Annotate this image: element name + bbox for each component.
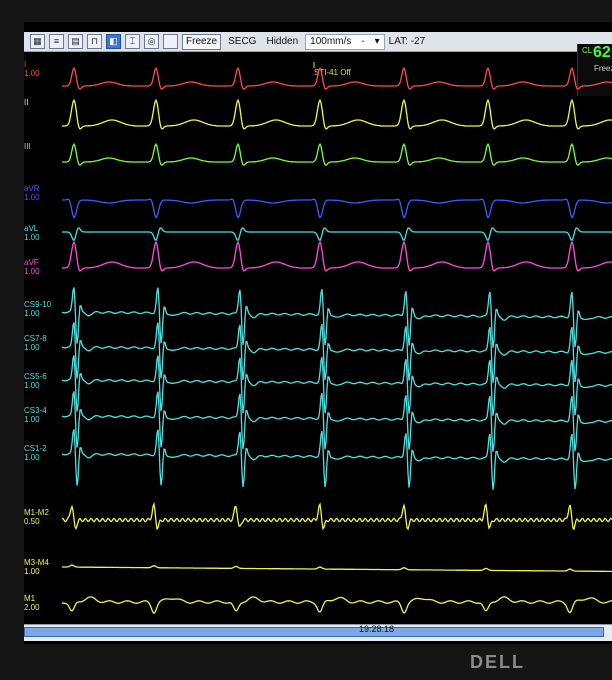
lead-gain: 1.00: [24, 193, 40, 202]
lead-name: CS1-2: [24, 444, 47, 453]
lead-gain: 1.00: [24, 381, 40, 390]
trace-cs9-10: [61, 287, 612, 348]
lead-gain: 1.00: [24, 267, 40, 276]
dell-logo: DELL: [470, 652, 525, 672]
lead-name: CS3-4: [24, 406, 47, 415]
lead-label-avl[interactable]: aVL 1.00: [24, 224, 64, 242]
lead-name: aVF: [24, 258, 39, 267]
lead-name: aVL: [24, 224, 39, 233]
lead-label-cs9-10[interactable]: CS9-10 1.00: [24, 300, 64, 318]
trace-cs5-6: [61, 355, 612, 416]
lead-gain: 1.00: [24, 415, 40, 424]
lead-name: CS5-6: [24, 372, 47, 381]
lead-label-i[interactable]: I 1.00: [24, 60, 64, 78]
lead-gain: 1.00: [24, 453, 40, 462]
timeline-footer: 19:28:18: [24, 624, 612, 641]
lead-name: M3-M4: [24, 558, 49, 567]
trace-m1: [61, 596, 612, 615]
lead-label-cs1-2[interactable]: CS1-2 1.00: [24, 444, 64, 462]
lead-name: III: [24, 142, 31, 151]
lead-label-ii[interactable]: II: [24, 98, 64, 107]
lead-label-m1-m2[interactable]: M1-M2 0.50: [24, 508, 64, 526]
trace-ii: [62, 98, 612, 130]
lead-name: CS7-8: [24, 334, 47, 343]
lead-label-cs5-6[interactable]: CS5-6 1.00: [24, 372, 64, 390]
timestamp: 19:28:18: [359, 624, 395, 634]
lead-label-m3-m4[interactable]: M3-M4 1.00: [24, 558, 64, 576]
lead-gain: 1.00: [24, 343, 40, 352]
lead-name: CS9-10: [24, 300, 52, 309]
trace-i: [62, 66, 612, 90]
lead-gain: 1.00: [24, 233, 40, 242]
trace-avl: [62, 227, 612, 242]
lead-label-cs7-8[interactable]: CS7-8 1.00: [24, 334, 64, 352]
lead-label-avf[interactable]: aVF 1.00: [24, 258, 64, 276]
lead-label-m1[interactable]: M1 2.00: [24, 594, 64, 612]
trace-avf: [62, 240, 612, 272]
lead-gain: 1.00: [24, 69, 40, 78]
lead-label-cs3-4[interactable]: CS3-4 1.00: [24, 406, 64, 424]
trace-cs1-2: [61, 429, 612, 490]
trace-m3-m4: [62, 564, 612, 573]
trace-iii: [62, 142, 612, 166]
lead-gain: 0.50: [24, 517, 40, 526]
lead-name: I: [24, 60, 27, 69]
lead-gain: 2.00: [24, 603, 40, 612]
ep-recording-screen: ▦ ≡ ▤ ⊓ ◧ ⌶ ◎ Freeze SECG Hidden 100mm/s…: [24, 22, 612, 644]
lead-name: M1-M2: [24, 508, 49, 517]
ecg-traces: [61, 62, 612, 615]
lead-name: aVR: [24, 184, 40, 193]
trace-avr: [62, 198, 612, 219]
trace-m1-m2: [61, 501, 612, 531]
timeline-scrollbar[interactable]: [24, 627, 604, 637]
lead-label-iii[interactable]: III: [24, 142, 64, 151]
lead-gain: 1.00: [24, 567, 40, 576]
lead-label-avr[interactable]: aVR 1.00: [24, 184, 64, 202]
lead-gain: 1.00: [24, 309, 40, 318]
lead-name: II: [24, 98, 29, 107]
lead-name: M1: [24, 594, 36, 603]
trace-cs3-4: [61, 391, 612, 452]
trace-cs7-8: [61, 322, 612, 383]
